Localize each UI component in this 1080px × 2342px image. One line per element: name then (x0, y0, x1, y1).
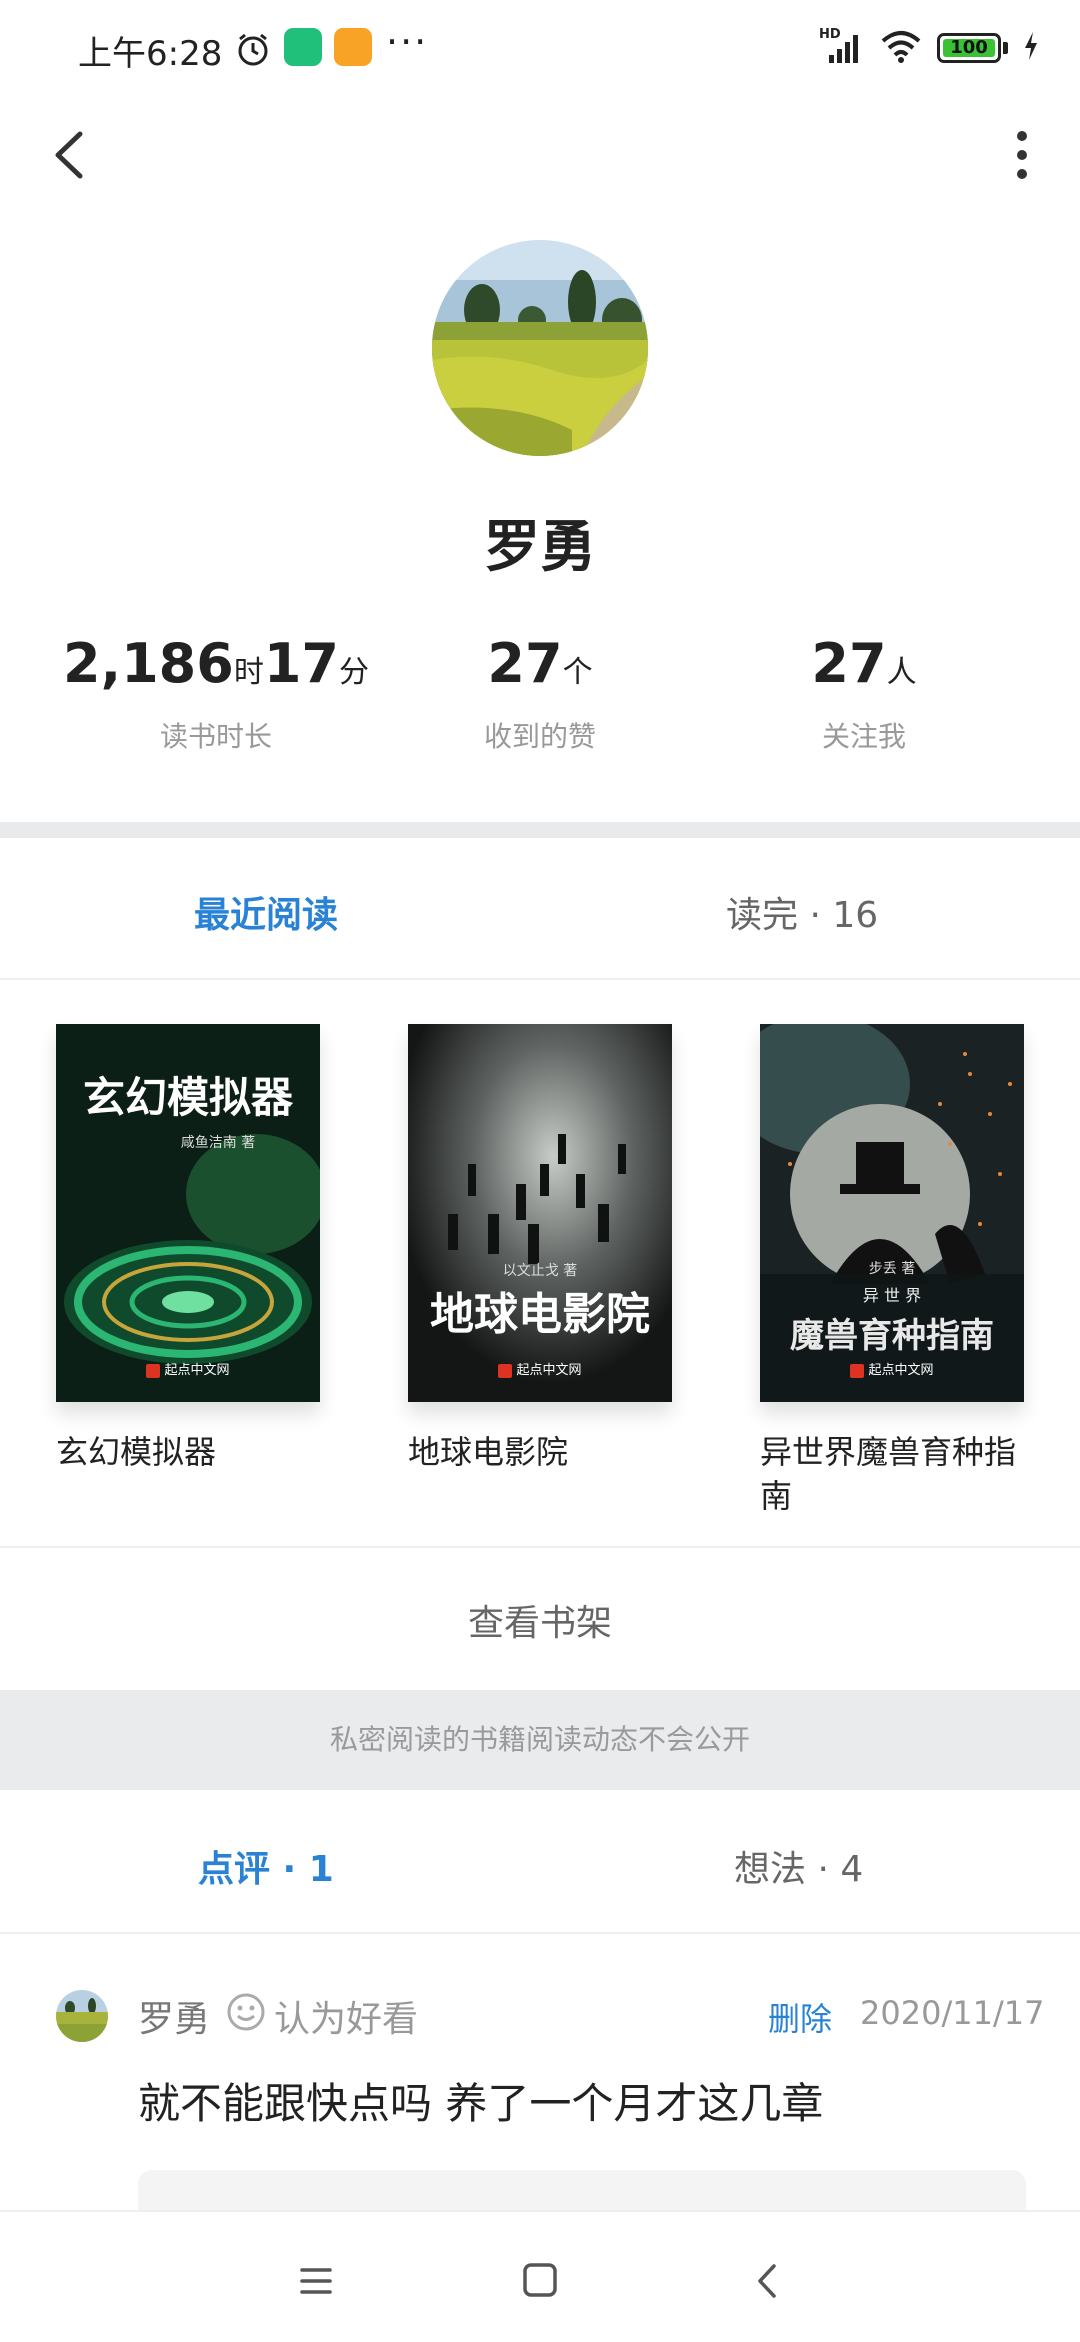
cover-publisher: 起点中文网 (760, 1359, 1024, 1378)
tab-thoughts[interactable]: 想法 · 4 (734, 1840, 863, 1892)
publisher-logo-icon (498, 1363, 513, 1378)
system-nav-bar (0, 2210, 1080, 2342)
chevron-left-icon (55, 131, 83, 179)
home-square-icon (523, 2263, 557, 2297)
signal-icon: HD (819, 27, 865, 65)
book-title: 地球电影院 (408, 1433, 569, 1471)
review-verdict: 认为好看 (274, 1999, 419, 2040)
menu-icon (300, 2268, 332, 2294)
divider (0, 978, 1080, 980)
nav-back-icon (758, 2264, 776, 2298)
more-button[interactable] (992, 120, 1052, 190)
cover-author: 咸鱼洁南 著 (180, 1135, 256, 1151)
message-notification-icon (334, 28, 372, 66)
delete-review-button[interactable]: 删除 (768, 1994, 832, 2040)
avatar[interactable] (56, 1990, 108, 2042)
cover-author: 以文止戈 著 (502, 1263, 578, 1279)
book-cover[interactable]: 玄幻模拟器 咸鱼洁南 著 起点中文网 (56, 1024, 320, 1402)
publisher-logo-icon (850, 1363, 865, 1378)
status-bar: 上午6:28 ··· HD 100 (0, 0, 1080, 96)
book-card[interactable]: 以文止戈 著 地球电影院 起点中文网 地球电影院 (408, 1024, 672, 1474)
cover-author: 步丢 著 (868, 1261, 916, 1277)
smile-icon (226, 1992, 266, 2032)
back-button[interactable] (40, 120, 100, 190)
more-vertical-icon (1017, 131, 1027, 179)
stat-label: 读书时长 (159, 720, 272, 753)
stat-followers[interactable]: 27人 关注我 (684, 632, 1044, 755)
cover-title: 地球电影院 (430, 1289, 650, 1340)
tab-recent-reading[interactable]: 最近阅读 (194, 886, 338, 938)
divider (0, 1546, 1080, 1548)
status-time: 上午6:28 (78, 34, 223, 74)
book-title: 异世界魔兽育种指南 (760, 1433, 1017, 1515)
review-date: 2020/11/17 (860, 1994, 1045, 2032)
review-text[interactable]: 就不能跟快点吗 养了一个月才这几章 (138, 2070, 823, 2131)
profile-name: 罗勇 (484, 514, 596, 580)
book-title: 玄幻模拟器 (56, 1433, 217, 1471)
cover-title: 魔兽育种指南 (790, 1316, 994, 1356)
stat-likes[interactable]: 27个 收到的赞 (360, 632, 720, 755)
book-cover[interactable]: 以文止戈 著 地球电影院 起点中文网 (408, 1024, 672, 1402)
cover-publisher: 起点中文网 (56, 1359, 320, 1378)
menu-button[interactable] (286, 2256, 346, 2306)
cover-subtitle: 异 世 界 (862, 1286, 922, 1305)
stat-reading-time[interactable]: 2,186时17分 读书时长 (36, 632, 396, 755)
alarm-icon (234, 30, 272, 68)
publisher-logo-icon (146, 1363, 161, 1378)
stat-label: 收到的赞 (483, 720, 596, 753)
stat-label: 关注我 (821, 720, 906, 753)
profile-avatar[interactable] (432, 240, 648, 456)
book-cover[interactable]: 步丢 著 异 世 界 魔兽育种指南 起点中文网 (760, 1024, 1024, 1402)
more-notifications-icon: ··· (386, 20, 429, 64)
section-divider (0, 822, 1080, 838)
review-author[interactable]: 罗勇 (138, 1990, 210, 2042)
private-reading-note: 私密阅读的书籍阅读动态不会公开 (0, 1690, 1080, 1790)
divider (0, 1932, 1080, 1934)
cover-title: 玄幻模拟器 (82, 1073, 293, 1122)
charging-icon (1022, 30, 1040, 66)
book-card[interactable]: 步丢 著 异 世 界 魔兽育种指南 起点中文网 异世界魔兽育种指南 (760, 1024, 1024, 1518)
tab-finished[interactable]: 读完 · 16 (726, 886, 878, 938)
view-bookshelf-link[interactable]: 查看书架 (0, 1594, 1080, 1646)
book-card[interactable]: 玄幻模拟器 咸鱼洁南 著 起点中文网 玄幻模拟器 (56, 1024, 320, 1474)
tab-reviews[interactable]: 点评 · 1 (198, 1840, 334, 1892)
wifi-icon (879, 29, 923, 67)
home-button[interactable] (510, 2256, 570, 2306)
app-notification-icon (284, 28, 322, 66)
battery-icon: 100 (937, 33, 1001, 63)
cover-publisher: 起点中文网 (408, 1359, 672, 1378)
nav-back-button[interactable] (738, 2256, 798, 2306)
